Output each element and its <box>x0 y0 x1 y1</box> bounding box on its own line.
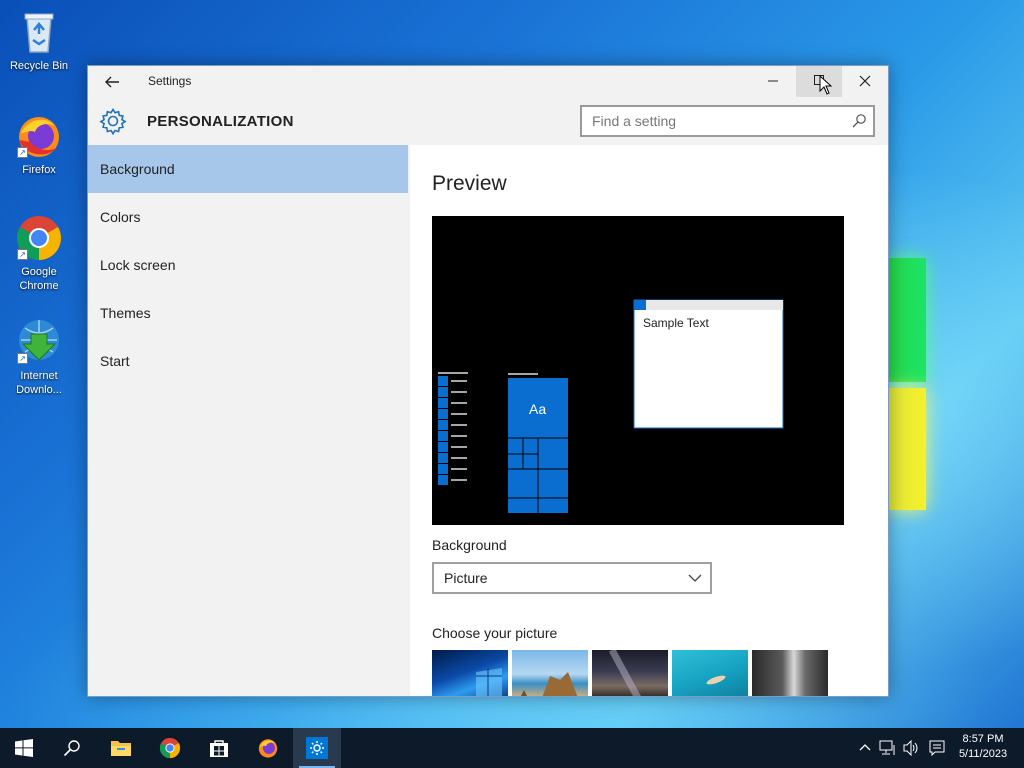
settings-window: Settings PERSONALIZATION Back <box>87 65 889 697</box>
chevron-down-icon <box>688 574 702 582</box>
firefox-button[interactable] <box>244 728 292 768</box>
settings-sidebar: Background Colors Lock screen Themes Sta… <box>88 145 410 696</box>
sidebar-item-themes[interactable]: Themes <box>88 289 408 337</box>
picture-thumbnail-beach[interactable] <box>512 650 588 696</box>
close-button[interactable] <box>842 66 888 97</box>
back-arrow-icon <box>105 76 119 88</box>
wallpaper-windows-logo <box>888 258 928 510</box>
sidebar-item-lock-screen[interactable]: Lock screen <box>88 241 408 289</box>
background-preview: Aa Sample Text <box>432 216 844 525</box>
start-button[interactable] <box>0 728 48 768</box>
clock-date: 5/11/2023 <box>958 748 1008 760</box>
background-type-dropdown[interactable]: Picture <box>432 562 712 594</box>
window-title: Settings <box>148 74 192 88</box>
picture-thumbnail-waterfall[interactable] <box>752 650 828 696</box>
picture-thumbnail-night-sky[interactable] <box>592 650 668 696</box>
network-icon[interactable] <box>879 740 897 756</box>
shortcut-arrow-icon: ↗ <box>17 249 28 260</box>
picture-thumbnail-windows[interactable] <box>432 650 508 696</box>
choose-picture-label: Choose your picture <box>432 625 558 641</box>
folder-icon <box>111 741 131 756</box>
sidebar-item-colors[interactable]: Colors <box>88 193 408 241</box>
preview-tile-label: Aa <box>529 401 547 417</box>
sidebar-item-background[interactable]: Background <box>88 145 408 193</box>
preview-heading: Preview <box>432 172 507 195</box>
chrome-button[interactable] <box>146 728 194 768</box>
desktop-icon-recycle-bin[interactable]: Recycle Bin <box>6 8 72 73</box>
section-title: PERSONALIZATION <box>147 113 294 130</box>
close-icon <box>859 75 871 87</box>
system-tray <box>855 728 950 768</box>
minimize-icon <box>768 80 778 82</box>
background-label: Background <box>432 537 507 553</box>
windows-start-icon <box>15 739 33 757</box>
shortcut-arrow-icon: ↗ <box>17 353 28 364</box>
preview-desktop-mock <box>438 299 784 513</box>
gear-icon <box>99 107 127 135</box>
file-explorer-button[interactable] <box>97 728 145 768</box>
desktop-icon-internet-download-manager[interactable]: ↗ Internet Downlo... <box>6 318 72 397</box>
idm-icon: ↗ <box>15 318 63 366</box>
picture-thumbnail-underwater[interactable] <box>672 650 748 696</box>
preview-sample-text: Sample Text <box>643 316 709 330</box>
search-icon[interactable] <box>851 113 867 129</box>
search-input[interactable] <box>582 107 832 135</box>
back-button[interactable] <box>98 71 126 93</box>
settings-gear-icon <box>306 737 328 759</box>
desktop-icon-firefox[interactable]: ↗ Firefox <box>6 112 72 177</box>
store-button[interactable] <box>195 728 243 768</box>
taskbar: 8:57 PM 5/11/2023 <box>0 728 1024 768</box>
show-hidden-icons-icon[interactable] <box>858 741 872 755</box>
search-icon <box>63 740 80 757</box>
settings-content: Preview Aa Sample Text Background Pictur… <box>410 145 888 696</box>
search-box[interactable] <box>580 105 875 137</box>
firefox-icon <box>258 739 278 758</box>
recycle-bin-icon <box>15 8 63 56</box>
mouse-cursor-icon <box>819 75 833 95</box>
clock-time: 8:57 PM <box>962 733 1004 745</box>
settings-button[interactable] <box>293 728 341 768</box>
chrome-icon <box>159 737 181 759</box>
store-bag-icon <box>210 740 228 757</box>
search-button[interactable] <box>48 728 96 768</box>
desktop-icon-google-chrome[interactable]: ↗ Google Chrome <box>6 214 72 293</box>
title-bar[interactable]: Settings <box>88 66 888 97</box>
settings-header: PERSONALIZATION <box>88 97 888 145</box>
chrome-icon: ↗ <box>15 214 63 262</box>
taskbar-clock[interactable]: 8:57 PM 5/11/2023 <box>950 732 1016 762</box>
sidebar-item-start[interactable]: Start <box>88 337 408 385</box>
minimize-button[interactable] <box>750 66 796 97</box>
shortcut-arrow-icon: ↗ <box>17 147 28 158</box>
show-desktop-button[interactable] <box>1018 728 1024 768</box>
action-center-icon[interactable] <box>929 740 945 756</box>
volume-icon[interactable] <box>903 740 921 756</box>
firefox-icon: ↗ <box>15 112 63 160</box>
